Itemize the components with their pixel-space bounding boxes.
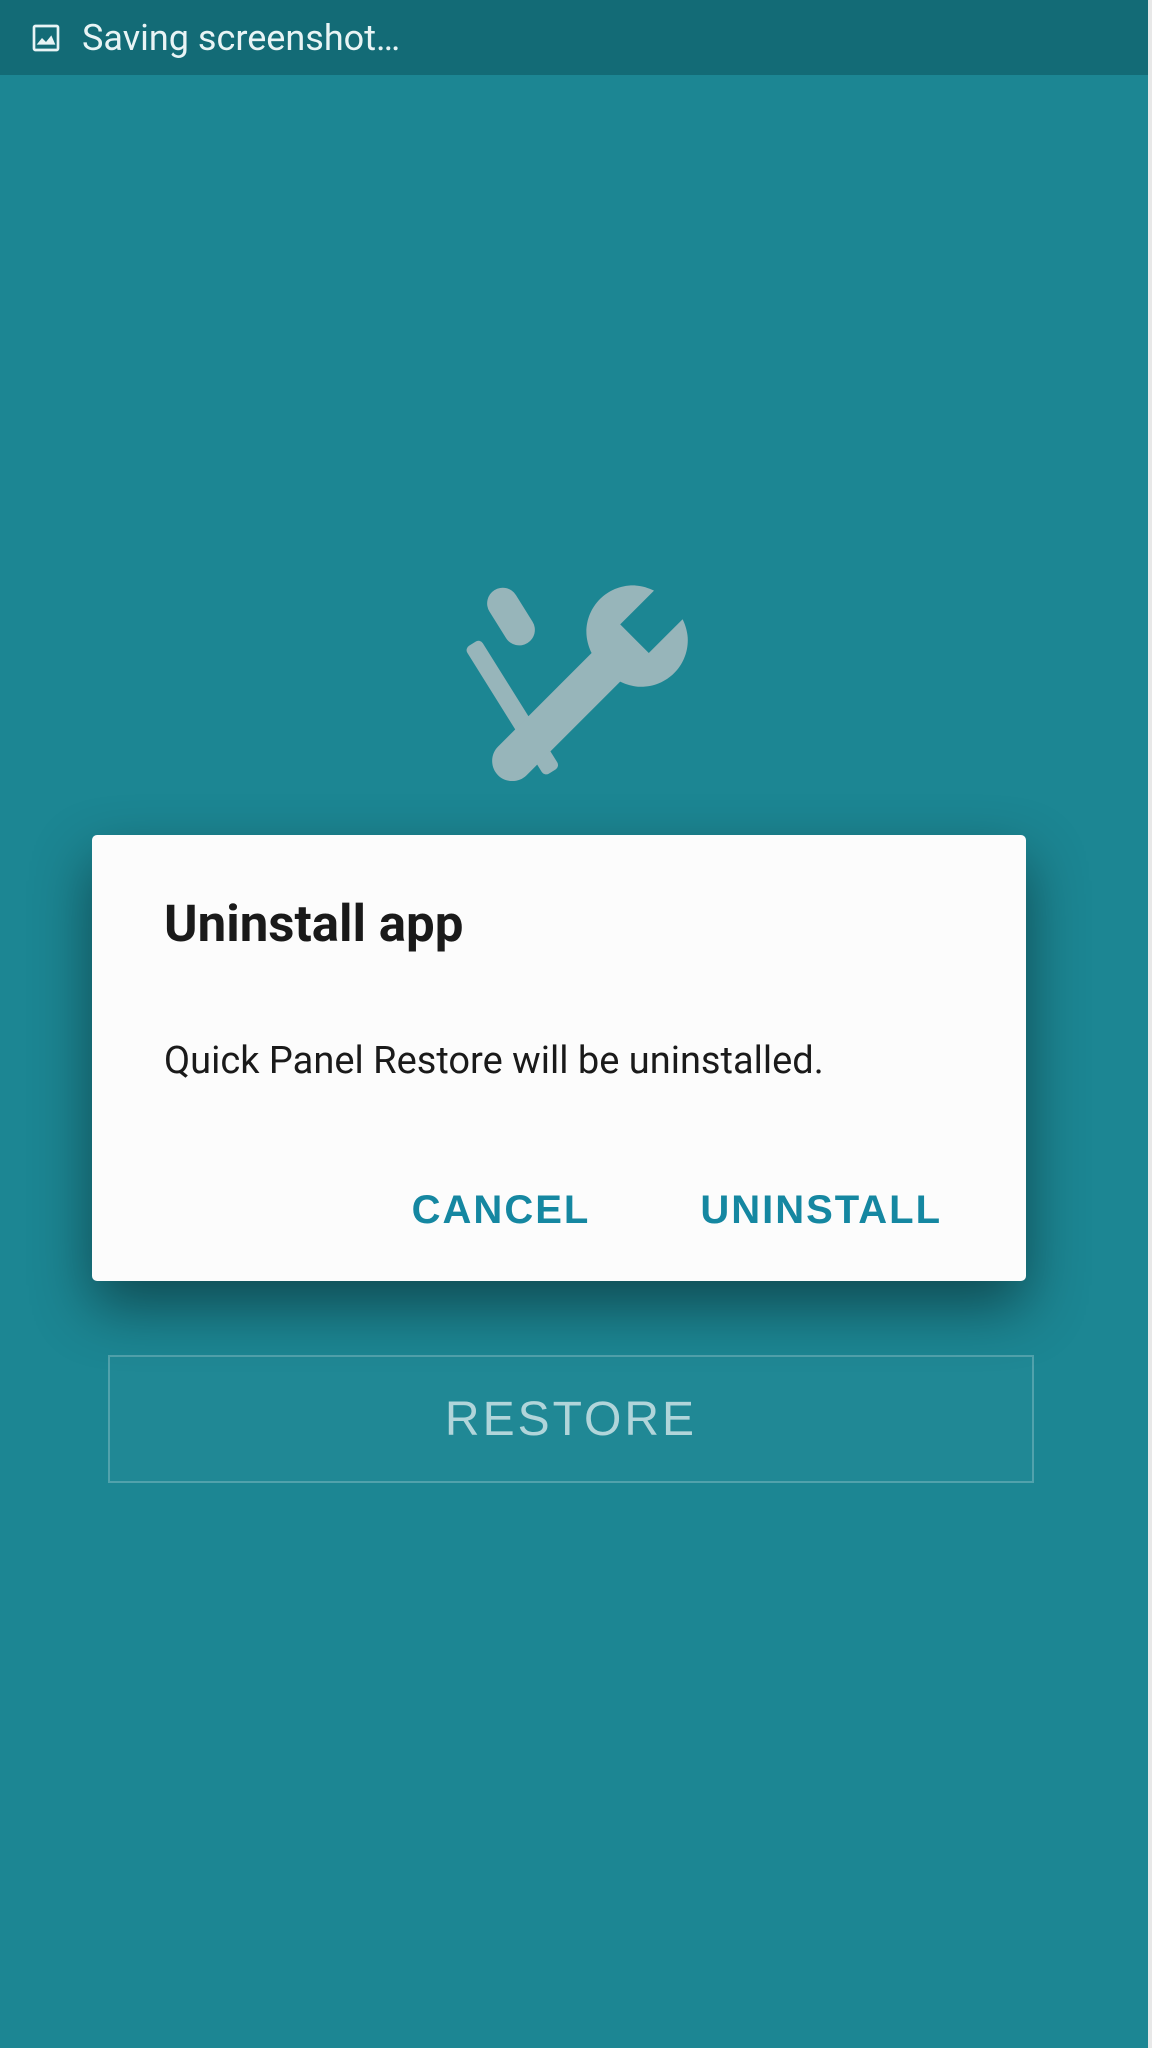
dialog-message: Quick Panel Restore will be uninstalled.: [164, 1039, 954, 1083]
main-content: RESTORE Uninstall app Quick Panel Restor…: [0, 75, 1152, 2048]
dialog-actions: CANCEL UNINSTALL: [164, 1178, 954, 1243]
status-bar: Saving screenshot…: [0, 0, 1152, 75]
screen-edge: [1148, 0, 1152, 2048]
status-bar-text: Saving screenshot…: [82, 17, 400, 59]
uninstall-button[interactable]: UNINSTALL: [700, 1178, 942, 1243]
cancel-button[interactable]: CANCEL: [412, 1178, 591, 1243]
uninstall-dialog: Uninstall app Quick Panel Restore will b…: [92, 835, 1026, 1281]
dialog-title: Uninstall app: [164, 895, 954, 954]
picture-icon: [30, 22, 62, 54]
dialog-overlay[interactable]: Uninstall app Quick Panel Restore will b…: [0, 75, 1152, 2048]
